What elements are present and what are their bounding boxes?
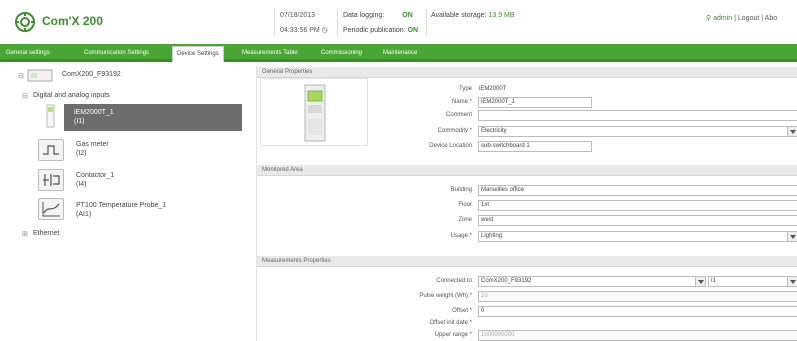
- comment-input[interactable]: [478, 110, 797, 121]
- location-label: Device Location: [429, 143, 472, 149]
- chevron-down-icon: [787, 277, 797, 286]
- tab-general-settings[interactable]: General settings: [6, 47, 50, 60]
- offset-date-label: Offset init date *: [429, 320, 472, 326]
- divider: [426, 9, 427, 36]
- connected-input-value: I1: [711, 278, 717, 284]
- connected-label: Connected to: [436, 278, 472, 284]
- device-name: iEM2000T_1: [74, 109, 114, 116]
- data-logging-label: Data logging:: [343, 12, 385, 19]
- device-input: (I1): [74, 118, 85, 125]
- connected-select[interactable]: ComX200_F93192: [478, 276, 706, 287]
- pulse-icon: [38, 139, 64, 161]
- commodity-value: Electricity: [481, 128, 507, 134]
- pulse-label: Pulse weight (Wh) *: [419, 293, 472, 299]
- commodity-label: Commodity *: [437, 128, 472, 134]
- user-icon: ⚲: [706, 15, 712, 22]
- floor-input[interactable]: 1st: [478, 200, 797, 211]
- device-name[interactable]: PT100 Temperature Probe_1: [76, 202, 166, 209]
- data-logging-value: ON: [402, 12, 413, 19]
- tab-device-settings[interactable]: Device Settings: [172, 46, 224, 62]
- device-input: (I2): [76, 150, 87, 157]
- properties-panel: General Properties Type iEM2000T Name * …: [256, 65, 797, 341]
- name-input[interactable]: iEM2000T_1: [478, 97, 592, 108]
- type-label: Type: [458, 86, 472, 92]
- top-bar: Com'X 200 07/18/2013 04:33:56 PM ◷ Data …: [0, 0, 797, 44]
- user-area: ⚲ admin | Logout | Abo: [706, 15, 778, 22]
- chevron-down-icon: [787, 232, 797, 241]
- time-row: 04:33:56 PM ◷: [280, 23, 328, 38]
- device-tree: ⊟ ComX200_F93192 ⊟ Digital and analog in…: [0, 65, 250, 341]
- datetime: 07/18/2013 04:33:56 PM ◷: [280, 8, 328, 38]
- section-measurements-title[interactable]: Measurements Properties: [257, 256, 797, 267]
- connected-input-select[interactable]: I1: [708, 276, 797, 287]
- section-general-title[interactable]: General Properties: [257, 67, 797, 78]
- tab-measurements-table[interactable]: Measurements Table: [242, 47, 298, 60]
- device-name[interactable]: Gas meter: [76, 141, 109, 148]
- expand-icon[interactable]: ⊟: [18, 72, 24, 80]
- expand-icon[interactable]: ⊟: [22, 92, 28, 100]
- user-link[interactable]: admin: [713, 15, 732, 22]
- commodity-select[interactable]: Electricity: [478, 126, 797, 137]
- usage-label: Usage *: [450, 233, 472, 239]
- pulse-input[interactable]: 10: [478, 291, 797, 302]
- storage-label: Available storage:: [431, 12, 487, 19]
- storage-value: 13.9 MB: [488, 12, 515, 19]
- building-label: Building: [450, 187, 472, 193]
- usage-value: Lighting: [481, 233, 503, 239]
- offset-input[interactable]: 0: [478, 306, 797, 317]
- type-value: iEM2000T: [479, 86, 507, 92]
- tree-device-selected[interactable]: iEM2000T_1 (I1): [64, 104, 242, 131]
- logout-link[interactable]: Logout: [738, 15, 759, 22]
- upper-range-input[interactable]: 1000000000: [478, 330, 797, 341]
- expand-icon[interactable]: ⊞: [22, 230, 28, 238]
- device-input: (AI1): [76, 211, 92, 218]
- divider: [274, 9, 275, 36]
- comx-device-icon: [27, 69, 53, 82]
- clock-icon: ◷: [321, 27, 328, 34]
- storage-status: Available storage: 13.9 MB: [431, 8, 515, 23]
- periodic-label: Periodic publication:: [343, 27, 406, 34]
- analog-curve-icon: [38, 198, 64, 220]
- logging-status: Data logging: ON Periodic publication: ON: [343, 8, 418, 38]
- comx-logo-icon: [15, 12, 35, 32]
- date: 07/18/2013: [280, 12, 316, 19]
- tree-root[interactable]: ComX200_F93192: [62, 71, 121, 78]
- usage-select[interactable]: Lighting: [478, 231, 797, 242]
- device-name[interactable]: Contactor_1: [76, 172, 114, 179]
- tree-group-digital[interactable]: Digital and analog inputs: [33, 92, 110, 99]
- offset-label: Offset *: [452, 308, 472, 314]
- chevron-down-icon: [695, 277, 705, 286]
- meter-device-icon: [46, 104, 55, 128]
- connected-value: ComX200_F93192: [481, 278, 532, 284]
- divider: [337, 9, 338, 36]
- time: 04:33:56 PM: [280, 27, 320, 34]
- periodic-value: ON: [407, 27, 419, 34]
- comment-label: Comment: [445, 112, 472, 118]
- about-link[interactable]: Abo: [765, 15, 777, 22]
- main-tabs: General settings Communication Settings …: [0, 44, 797, 62]
- building-input[interactable]: Marseilles office: [478, 185, 797, 196]
- name-label: Name *: [451, 99, 472, 105]
- tab-communication-settings[interactable]: Communication Settings: [84, 47, 149, 60]
- tree-group-ethernet[interactable]: Ethernet: [33, 230, 59, 237]
- upper-range-label: Upper range *: [434, 332, 472, 338]
- tab-commissioning[interactable]: Commissioning: [321, 47, 362, 60]
- floor-label: Floor: [458, 202, 472, 208]
- chevron-down-icon: [787, 127, 797, 136]
- zone-input[interactable]: west: [478, 215, 797, 226]
- device-input: (I4): [76, 181, 87, 188]
- zone-label: Zone: [458, 217, 472, 223]
- location-input[interactable]: sub-switchboard 1: [478, 141, 592, 152]
- section-monitored-title[interactable]: Monitored Area: [257, 165, 797, 176]
- contactor-icon: [38, 169, 64, 191]
- app-title: Com'X 200: [42, 14, 103, 28]
- tab-maintenance[interactable]: Maintenance: [383, 47, 417, 60]
